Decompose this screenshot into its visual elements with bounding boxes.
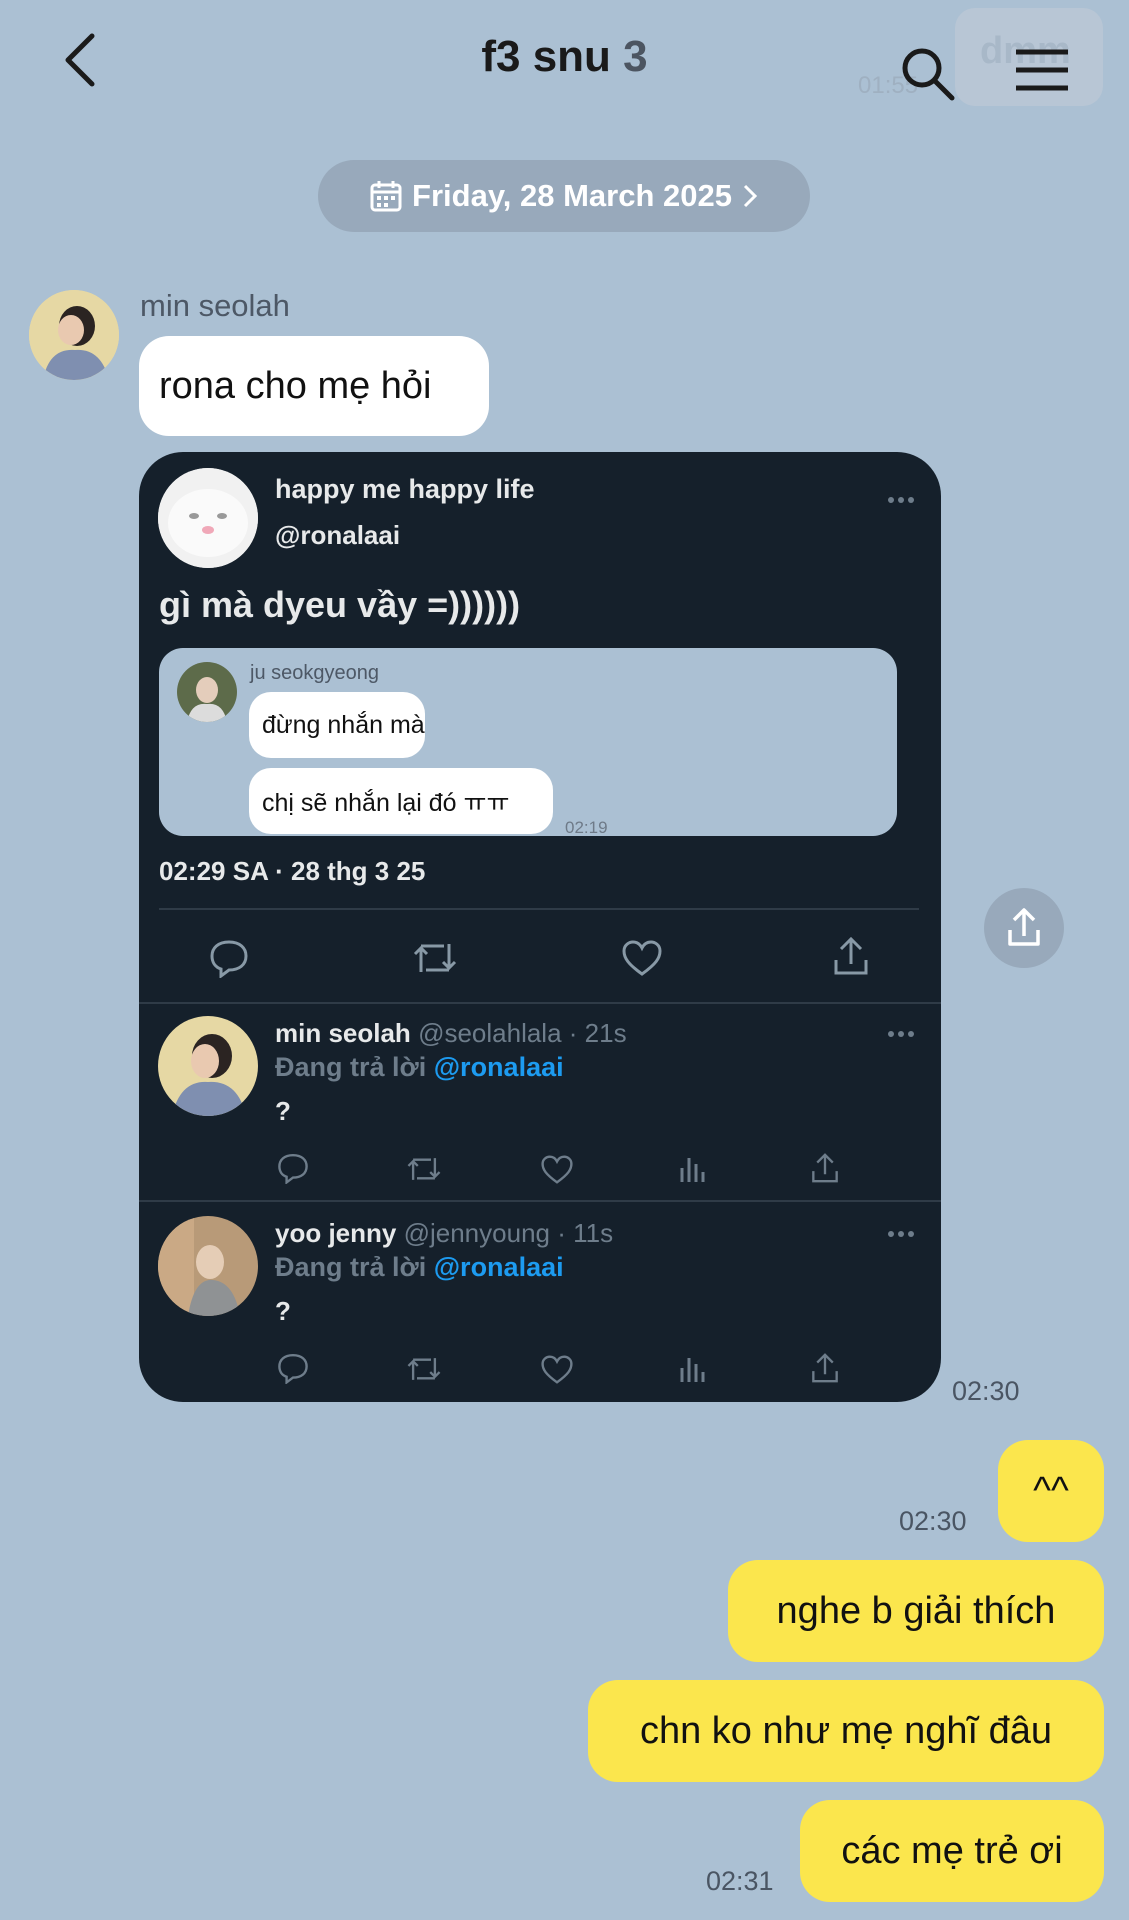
more-icon[interactable] [887,496,915,504]
reply-name: yoo jenny [275,1218,397,1248]
message-text: rona cho mẹ hỏi [159,364,432,407]
quoted-sender-name: ju seokgyeong [250,662,379,684]
message-time: 02:30 [899,1506,967,1536]
reply-icon[interactable] [209,938,249,978]
tweet-timestamp: 02:29 SA · 28 thg 3 25 [159,856,426,886]
chat-header: dmm 01:55 f3 snu 3 [0,0,1129,118]
retweet-icon[interactable] [406,1355,442,1383]
tweet-screenshot-card[interactable]: happy me happy life @ronalaai gì mà dyeu… [139,452,941,1402]
replying-to: Đang trả lời @ronalaai [275,1252,564,1283]
like-icon[interactable] [622,940,662,976]
reply-header: min seolah @seolahlala · 21s [275,1018,627,1049]
quoted-avatar [177,662,237,722]
share-icon[interactable] [811,1152,839,1184]
quoted-message-bubble: đừng nhắn mà [249,692,425,758]
tweet-text: gì mà dyeu vầy =)))))) [159,584,521,625]
avatar[interactable] [29,290,119,380]
reply-text: ? [275,1296,291,1326]
reply-icon[interactable] [277,1152,309,1184]
message-text: chn ko như mẹ nghĩ đâu [639,1709,1053,1752]
replying-to-link[interactable]: @ronalaai [434,1052,564,1082]
member-count: 3 [623,32,648,81]
outgoing-message-bubble[interactable]: ^^ [998,1440,1104,1542]
divider [139,1002,941,1004]
more-icon[interactable] [887,1230,915,1238]
reply-text: ? [275,1096,291,1126]
reply-icon[interactable] [277,1352,309,1384]
calendar-icon [370,181,402,212]
more-icon[interactable] [887,1030,915,1038]
share-button[interactable] [984,888,1064,968]
quoted-message-text: đừng nhắn mà [262,710,425,739]
tweet-display-name: happy me happy life [275,474,535,504]
reply-header: yoo jenny @jennyoung · 11s [275,1218,613,1249]
message-text: nghe b giải thích [776,1589,1056,1632]
outgoing-message-bubble[interactable]: các mẹ trẻ ơi [800,1800,1104,1902]
sender-name: min seolah [140,288,290,323]
replying-prefix: Đang trả lời [275,1252,427,1282]
quoted-message-bubble: chị sẽ nhắn lại đó ㅠㅠ [249,768,553,834]
like-icon[interactable] [541,1155,573,1184]
retweet-icon[interactable] [406,1155,442,1183]
replying-to: Đang trả lời @ronalaai [275,1052,564,1083]
reply-avatar [158,1216,258,1316]
reply-handle: @seolahlala · 21s [418,1018,627,1048]
message-text: ^^ [1033,1469,1069,1512]
views-icon[interactable] [679,1354,705,1384]
tweet-avatar [158,468,258,568]
divider [139,1200,941,1202]
quoted-chat-image: ju seokgyeong đừng nhắn mà chị sẽ nhắn l… [159,648,897,836]
like-icon[interactable] [541,1355,573,1384]
message-time: 02:31 [706,1866,774,1896]
chat-name: f3 snu [481,32,611,81]
replying-to-link[interactable]: @ronalaai [434,1252,564,1282]
tweet-handle: @ronalaai [275,520,401,550]
reply-handle: @jennyoung · 11s [403,1218,614,1248]
date-label: Friday, 28 March 2025 [412,178,732,213]
incoming-message-bubble[interactable]: rona cho mẹ hỏi [139,336,489,436]
chat-title: f3 snu 3 [0,32,1129,82]
search-icon[interactable] [900,46,956,102]
chevron-right-icon [743,184,758,208]
reply-name: min seolah [275,1018,411,1048]
retweet-icon[interactable] [412,940,458,976]
outgoing-message-bubble[interactable]: nghe b giải thích [728,1560,1104,1662]
share-icon[interactable] [833,936,869,976]
share-icon [1008,908,1040,946]
divider [159,908,919,910]
outgoing-message-bubble[interactable]: chn ko như mẹ nghĩ đâu [588,1680,1104,1782]
date-divider[interactable]: Friday, 28 March 2025 [318,160,810,232]
message-time: 02:30 [952,1376,1020,1406]
share-icon[interactable] [811,1352,839,1384]
menu-icon[interactable] [1014,48,1070,92]
replying-prefix: Đang trả lời [275,1052,427,1082]
views-icon[interactable] [679,1154,705,1184]
reply-avatar [158,1016,258,1116]
quoted-message-text: chị sẽ nhắn lại đó ㅠㅠ [262,789,510,817]
quoted-message-time: 02:19 [565,818,608,836]
message-text: các mẹ trẻ ơi [841,1829,1063,1872]
